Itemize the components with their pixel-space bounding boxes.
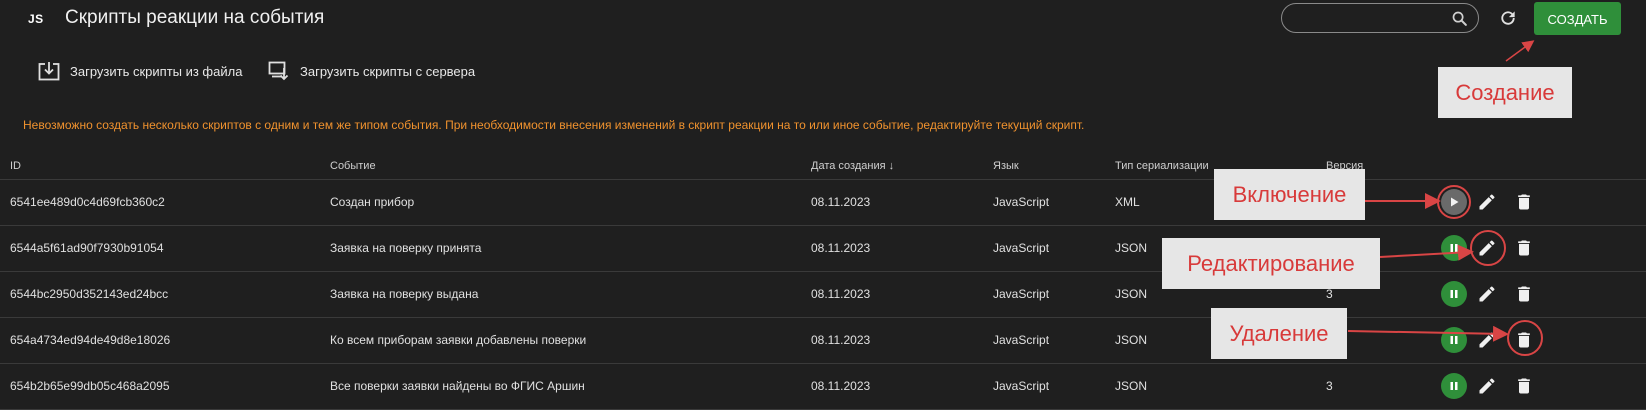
cell-id: 654b2b65e99db05c468a2095 <box>10 379 170 393</box>
delete-button[interactable] <box>1513 283 1535 305</box>
cell-language: JavaScript <box>993 379 1050 393</box>
callout-delete: Удаление <box>1211 308 1347 359</box>
edit-button[interactable] <box>1476 191 1498 213</box>
cell-version: 3 <box>1326 287 1333 301</box>
disable-button[interactable] <box>1441 281 1467 307</box>
cell-serialization: JSON <box>1115 241 1148 255</box>
column-language[interactable]: Язык <box>993 160 1019 172</box>
table-row[interactable]: 654b2b65e99db05c468a2095 Все поверки зая… <box>0 364 1646 410</box>
create-button[interactable]: СОЗДАТЬ <box>1534 2 1621 35</box>
cell-version: 3 <box>1326 379 1333 393</box>
column-created-date[interactable]: Дата создания ↓ <box>811 160 894 172</box>
page-title: Скрипты реакции на события <box>65 7 325 28</box>
callout-edit: Редактирование <box>1162 238 1380 289</box>
cell-event: Создан прибор <box>330 195 415 209</box>
load-from-file-button[interactable]: Загрузить скрипты из файла <box>38 60 242 82</box>
refresh-icon[interactable] <box>1498 8 1518 28</box>
table-row[interactable]: 6541ee489d0c4d69fcb360c2 Создан прибор 0… <box>0 180 1646 226</box>
pause-icon <box>1450 382 1458 390</box>
trash-icon <box>1518 194 1530 210</box>
cell-id: 6544a5f61ad90f7930b91054 <box>10 241 164 255</box>
delete-button[interactable] <box>1513 375 1535 397</box>
column-event[interactable]: Событие <box>330 160 376 172</box>
table-header: ID Событие Дата создания ↓ Язык Тип сери… <box>0 155 1646 180</box>
column-serialization[interactable]: Тип сериализации <box>1115 160 1209 172</box>
trash-icon <box>1518 378 1530 394</box>
pencil-icon <box>1479 332 1495 348</box>
trash-icon <box>1518 286 1530 302</box>
edit-button[interactable] <box>1476 375 1498 397</box>
arrow-create <box>1505 40 1535 62</box>
search-icon[interactable] <box>1451 10 1468 27</box>
cell-language: JavaScript <box>993 195 1050 209</box>
table-row[interactable]: 6544bc2950d352143ed24bcc Заявка на повер… <box>0 272 1646 318</box>
cell-event: Заявка на поверку выдана <box>330 287 479 301</box>
warning-message: Невозможно создать несколько скриптов с … <box>23 118 1085 132</box>
upload-file-icon <box>38 62 60 81</box>
pencil-icon <box>1479 286 1495 302</box>
cell-id: 6544bc2950d352143ed24bcc <box>10 287 169 301</box>
cell-serialization: JSON <box>1115 333 1148 347</box>
table-row[interactable]: 654a4734ed94de49d8e18026 Ко всем прибора… <box>0 318 1646 364</box>
cell-date: 08.11.2023 <box>811 241 871 255</box>
cell-serialization: JSON <box>1115 287 1148 301</box>
cell-event: Все поверки заявки найдены во ФГИС Аршин <box>330 379 585 393</box>
trash-icon <box>1518 240 1530 256</box>
top-bar: JS Скрипты реакции на события СОЗДАТЬ <box>0 0 1646 40</box>
highlight-ring-delete <box>1507 320 1543 356</box>
cell-event: Ко всем приборам заявки добавлены поверк… <box>330 333 587 347</box>
highlight-ring-enable <box>1437 185 1471 219</box>
cell-event: Заявка на поверку принята <box>330 241 482 255</box>
edit-button[interactable] <box>1476 329 1498 351</box>
search-box[interactable] <box>1281 3 1479 33</box>
callout-create: Создание <box>1438 67 1572 118</box>
disable-button[interactable] <box>1441 235 1467 261</box>
cell-language: JavaScript <box>993 333 1050 347</box>
cell-date: 08.11.2023 <box>811 287 871 301</box>
callout-enable: Включение <box>1214 169 1365 220</box>
pause-icon <box>1450 336 1458 344</box>
pencil-icon <box>1479 378 1495 394</box>
cell-date: 08.11.2023 <box>811 195 871 209</box>
table-row[interactable]: 6544a5f61ad90f7930b91054 Заявка на повер… <box>0 226 1646 272</box>
delete-button[interactable] <box>1513 191 1535 213</box>
edit-button[interactable] <box>1476 283 1498 305</box>
load-from-server-button[interactable]: Загрузить скрипты с сервера <box>268 60 475 82</box>
disable-button[interactable] <box>1441 327 1467 353</box>
delete-button[interactable] <box>1513 237 1535 259</box>
server-download-icon <box>268 61 289 81</box>
pencil-icon <box>1479 194 1495 210</box>
js-logo: JS <box>28 12 44 26</box>
cell-serialization: XML <box>1115 195 1140 209</box>
cell-date: 08.11.2023 <box>811 379 871 393</box>
pause-icon <box>1450 290 1458 298</box>
cell-language: JavaScript <box>993 241 1050 255</box>
load-from-file-label: Загрузить скрипты из файла <box>70 63 243 79</box>
cell-language: JavaScript <box>993 287 1050 301</box>
cell-date: 08.11.2023 <box>811 333 871 347</box>
highlight-ring-edit <box>1470 230 1506 266</box>
cell-id: 6541ee489d0c4d69fcb360c2 <box>10 195 165 209</box>
load-from-server-label: Загрузить скрипты с сервера <box>300 63 476 79</box>
cell-serialization: JSON <box>1115 379 1148 393</box>
cell-id: 654a4734ed94de49d8e18026 <box>10 333 171 347</box>
column-id[interactable]: ID <box>10 160 21 172</box>
pause-icon <box>1450 244 1458 252</box>
search-input[interactable] <box>1294 9 1448 29</box>
disable-button[interactable] <box>1441 373 1467 399</box>
